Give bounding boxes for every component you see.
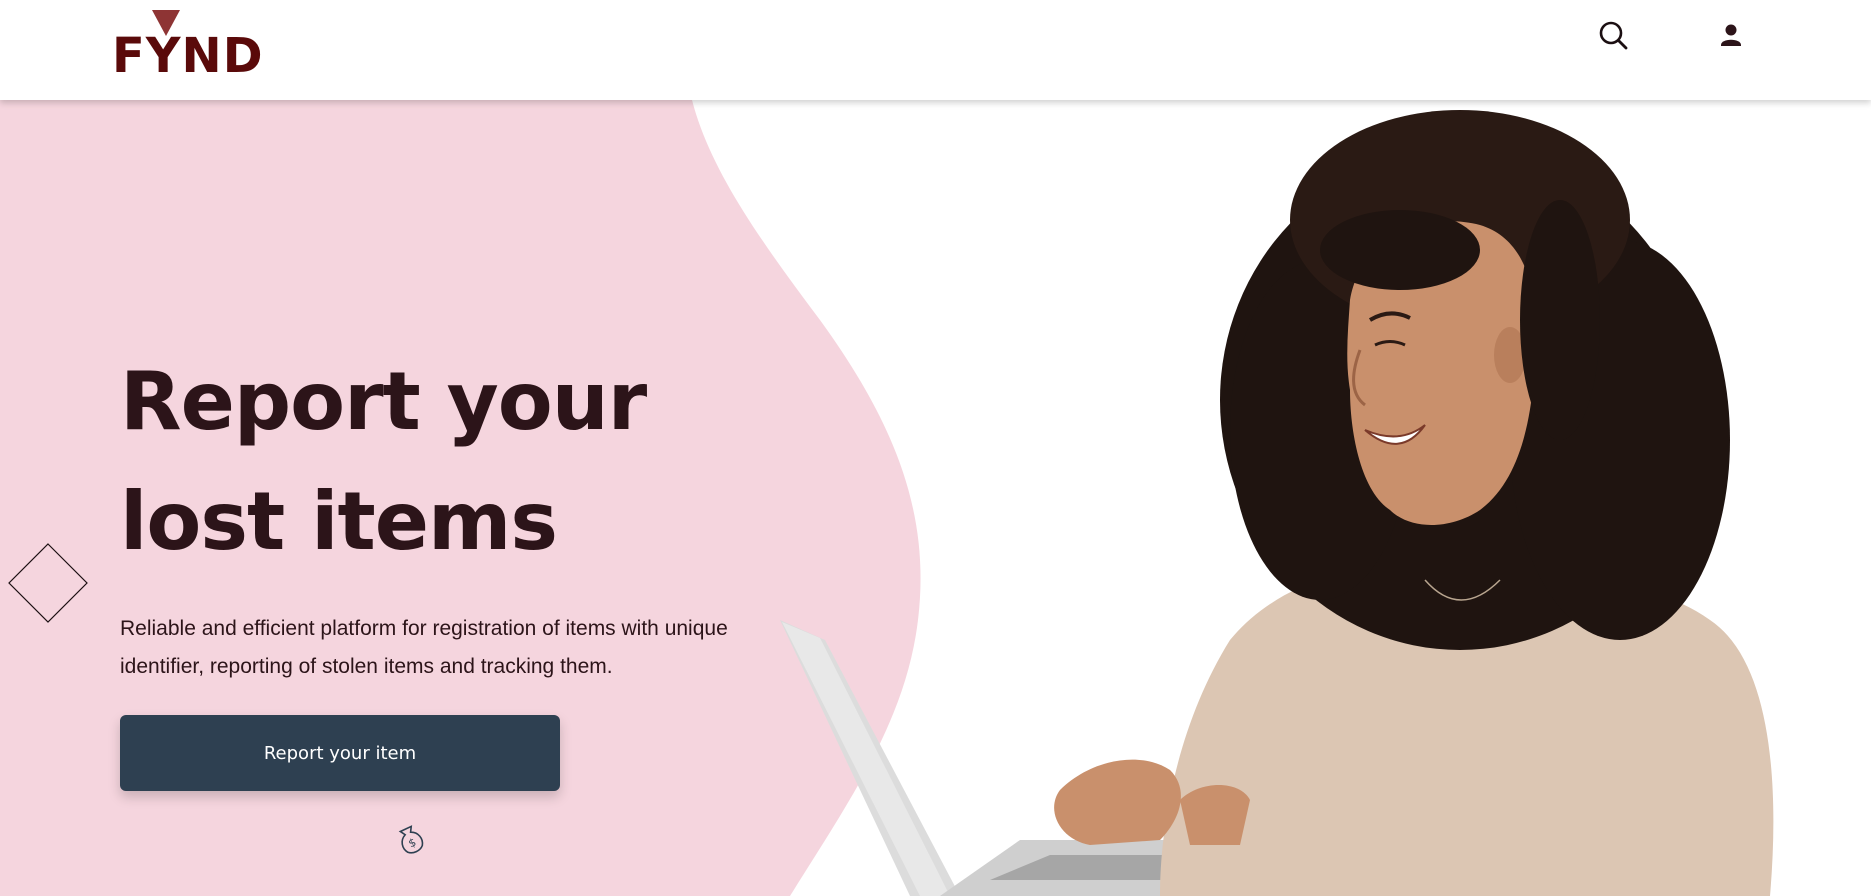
logo[interactable]: FYND xyxy=(112,10,272,82)
search-button[interactable] xyxy=(1596,18,1632,54)
report-item-button[interactable]: Report your item xyxy=(120,715,560,791)
money-bag-icon: $ xyxy=(398,825,424,854)
logo-text: FYND xyxy=(112,28,264,84)
page: FYND Report your lost items Reliable and… xyxy=(0,0,1871,896)
diamond-decoration xyxy=(8,543,88,623)
hero-subtext: Reliable and efficient platform for regi… xyxy=(120,617,728,678)
hero-headline: Report your lost items xyxy=(120,355,647,568)
account-button[interactable] xyxy=(1713,18,1749,54)
hero-section: Report your lost items Reliable and effi… xyxy=(0,100,1871,896)
woman-with-laptop-illustration xyxy=(780,110,1774,896)
search-icon xyxy=(1599,21,1628,50)
user-icon xyxy=(1721,24,1741,46)
site-header: FYND xyxy=(0,0,1871,100)
